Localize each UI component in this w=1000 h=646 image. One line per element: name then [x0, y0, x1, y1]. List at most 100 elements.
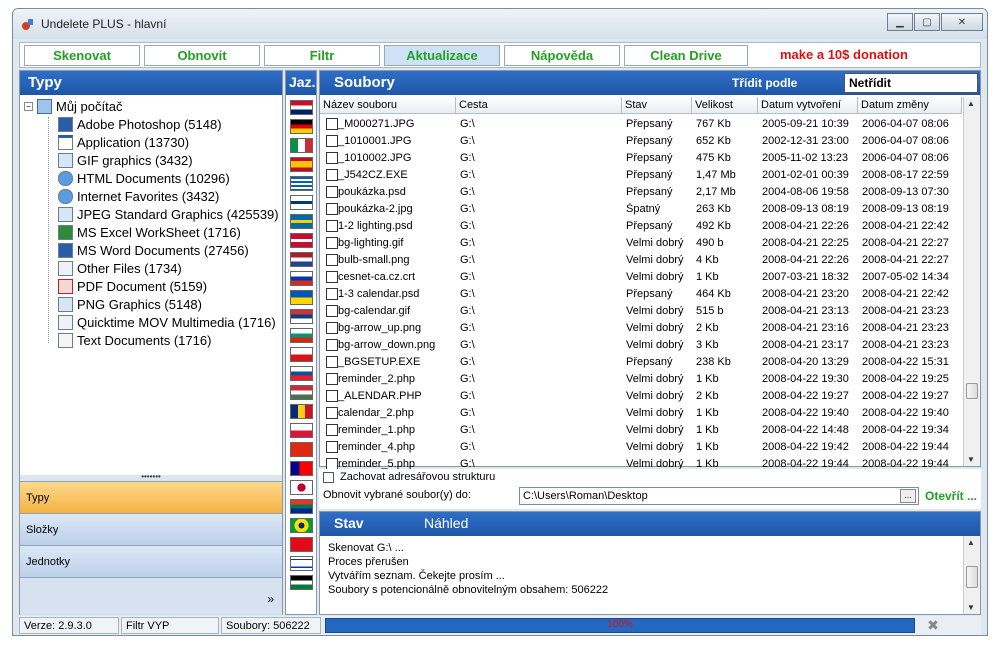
- ukraine-flag-icon[interactable]: [290, 290, 313, 305]
- tree-item[interactable]: Adobe Photoshop (5148): [58, 117, 222, 132]
- close-button[interactable]: ✕: [941, 13, 983, 31]
- table-row[interactable]: bg-calendar.gif G:\ Velmi dobrý 515 b 2008-0…: [320, 303, 962, 320]
- slovakia-flag-icon[interactable]: [290, 366, 313, 381]
- palestine-flag-icon[interactable]: [290, 575, 313, 590]
- donation-link[interactable]: make a 10$ donation: [780, 47, 908, 62]
- tree-item[interactable]: HTML Documents (10296): [58, 171, 230, 186]
- col-modified[interactable]: Datum změny: [858, 97, 962, 114]
- row-checkbox[interactable]: [326, 373, 338, 385]
- table-row[interactable]: _M000271.JPG G:\ Přepsaný 767 Kb 2005-09-21 …: [320, 116, 962, 133]
- tree-item[interactable]: MS Excel WorkSheet (1716): [58, 225, 241, 240]
- row-checkbox[interactable]: [326, 186, 338, 198]
- row-checkbox[interactable]: [326, 271, 338, 283]
- clean-drive-button[interactable]: Clean Drive: [624, 45, 748, 66]
- denmark-flag-icon[interactable]: [290, 233, 313, 248]
- update-button[interactable]: Aktualizace: [384, 45, 500, 66]
- china-flag-icon[interactable]: [290, 442, 313, 457]
- tree-item[interactable]: PNG Graphics (5148): [58, 297, 202, 312]
- row-checkbox[interactable]: [326, 169, 338, 181]
- tree-item[interactable]: JPEG Standard Graphics (425539): [58, 207, 279, 222]
- restore-button[interactable]: Obnovit: [144, 45, 260, 66]
- table-row[interactable]: 1-3 calendar.psd G:\ Přepsaný 464 Kb 2008-04…: [320, 286, 962, 303]
- tree-root[interactable]: − Můj počítač: [24, 99, 122, 114]
- poland-flag-icon[interactable]: [290, 423, 313, 438]
- minimize-button[interactable]: ▁: [887, 13, 913, 31]
- table-row[interactable]: bg-lighting.gif G:\ Velmi dobrý 490 b 2008-0…: [320, 235, 962, 252]
- table-row[interactable]: _BGSETUP.EXE G:\ Přepsaný 238 Kb 2008-04-20 …: [320, 354, 962, 371]
- germany-flag-icon[interactable]: [290, 119, 313, 134]
- tab-preview[interactable]: Náhled: [424, 515, 468, 531]
- col-name[interactable]: Název souboru: [320, 97, 456, 114]
- tree-item[interactable]: Application (13730): [58, 135, 189, 150]
- table-row[interactable]: _ALENDAR.PHP G:\ Velmi dobrý 2 Kb 2008-04-22…: [320, 388, 962, 405]
- col-path[interactable]: Cesta: [456, 97, 622, 114]
- restore-path-input[interactable]: C:\Users\Roman\Desktop ...: [519, 487, 919, 505]
- table-row[interactable]: reminder_4.php G:\ Velmi dobrý 1 Kb 2008-04-…: [320, 439, 962, 456]
- table-row[interactable]: cesnet-ca.cz.crt G:\ Velmi dobrý 1 Kb 2007-0…: [320, 269, 962, 286]
- bulgaria-flag-icon[interactable]: [290, 328, 313, 343]
- nav-drives[interactable]: Jednotky: [20, 545, 282, 577]
- finland-flag-icon[interactable]: [290, 195, 313, 210]
- greece-flag-icon[interactable]: [290, 176, 313, 191]
- col-size[interactable]: Velikost: [692, 97, 758, 114]
- serbia-flag-icon[interactable]: [290, 309, 313, 324]
- turkey-flag-icon[interactable]: [290, 537, 313, 552]
- table-row[interactable]: bulb-small.png G:\ Velmi dobrý 4 Kb 2008-04-…: [320, 252, 962, 269]
- table-row[interactable]: bg-arrow_down.png G:\ Velmi dobrý 3 Kb 2008-…: [320, 337, 962, 354]
- nav-folders[interactable]: Složky: [20, 513, 282, 545]
- brazil-flag-icon[interactable]: [290, 518, 313, 533]
- scan-button[interactable]: Skenovat: [24, 45, 140, 66]
- table-row[interactable]: _1010001.JPG G:\ Přepsaný 652 Kb 2002-12-31 …: [320, 133, 962, 150]
- russia-flag-icon[interactable]: [290, 271, 313, 286]
- row-checkbox[interactable]: [326, 407, 338, 419]
- tab-status[interactable]: Stav: [334, 515, 364, 531]
- table-row[interactable]: poukázka-2.jpg G:\ Špatný 263 Kb 2008-09-13 …: [320, 201, 962, 218]
- keep-structure-checkbox[interactable]: Zachovat adresářovou strukturu: [323, 471, 495, 483]
- collapse-icon[interactable]: −: [24, 102, 33, 111]
- row-checkbox[interactable]: [326, 152, 338, 164]
- help-button[interactable]: Nápověda: [504, 45, 620, 66]
- files-scrollbar[interactable]: ▲ ▼: [963, 97, 980, 466]
- hungary-flag-icon[interactable]: [290, 385, 313, 400]
- row-checkbox[interactable]: [326, 441, 338, 453]
- table-row[interactable]: reminder_1.php G:\ Velmi dobrý 1 Kb 2008-04-…: [320, 422, 962, 439]
- row-checkbox[interactable]: [326, 322, 338, 334]
- table-row[interactable]: 1-2 lighting.psd G:\ Přepsaný 492 Kb 2008-04…: [320, 218, 962, 235]
- south-africa-flag-icon[interactable]: [290, 499, 313, 514]
- row-checkbox[interactable]: [326, 254, 338, 266]
- tree-item[interactable]: Other Files (1734): [58, 261, 182, 276]
- scroll-thumb[interactable]: [966, 566, 978, 588]
- czech-flag-icon[interactable]: [290, 347, 313, 362]
- table-row[interactable]: _J542CZ.EXE G:\ Přepsaný 1,47 Mb 2001-02-01 …: [320, 167, 962, 184]
- row-checkbox[interactable]: [326, 220, 338, 232]
- israel-flag-icon[interactable]: [290, 556, 313, 571]
- tree-item[interactable]: GIF graphics (3432): [58, 153, 193, 168]
- scroll-down-icon[interactable]: ▼: [967, 603, 975, 612]
- sort-select[interactable]: Netřídit: [844, 73, 978, 93]
- uk-flag-icon[interactable]: [290, 100, 313, 115]
- scroll-up-icon[interactable]: ▲: [967, 99, 975, 108]
- netherlands-flag-icon[interactable]: [290, 252, 313, 267]
- maximize-button[interactable]: ▢: [914, 13, 940, 31]
- japan-flag-icon[interactable]: [290, 480, 313, 495]
- row-checkbox[interactable]: [326, 135, 338, 147]
- table-row[interactable]: reminder_2.php G:\ Velmi dobrý 1 Kb 2008-04-…: [320, 371, 962, 388]
- row-checkbox[interactable]: [326, 203, 338, 215]
- romania-flag-icon[interactable]: [290, 404, 313, 419]
- col-status[interactable]: Stav: [622, 97, 692, 114]
- tree-item[interactable]: Quicktime MOV Multimedia (1716): [58, 315, 276, 330]
- row-checkbox[interactable]: [326, 288, 338, 300]
- filter-button[interactable]: Filtr: [264, 45, 380, 66]
- sweden-flag-icon[interactable]: [290, 214, 313, 229]
- tree-item[interactable]: Internet Favorites (3432): [58, 189, 219, 204]
- stop-icon[interactable]: ✖: [925, 617, 941, 633]
- row-checkbox[interactable]: [326, 118, 338, 130]
- row-checkbox[interactable]: [326, 339, 338, 351]
- table-row[interactable]: _1010002.JPG G:\ Přepsaný 475 Kb 2005-11-02 …: [320, 150, 962, 167]
- tree-item[interactable]: Text Documents (1716): [58, 333, 211, 348]
- tree-item[interactable]: MS Word Documents (27456): [58, 243, 249, 258]
- spain-flag-icon[interactable]: [290, 157, 313, 172]
- row-checkbox[interactable]: [326, 356, 338, 368]
- nav-types[interactable]: Typy: [20, 481, 282, 513]
- scroll-down-icon[interactable]: ▼: [967, 455, 975, 464]
